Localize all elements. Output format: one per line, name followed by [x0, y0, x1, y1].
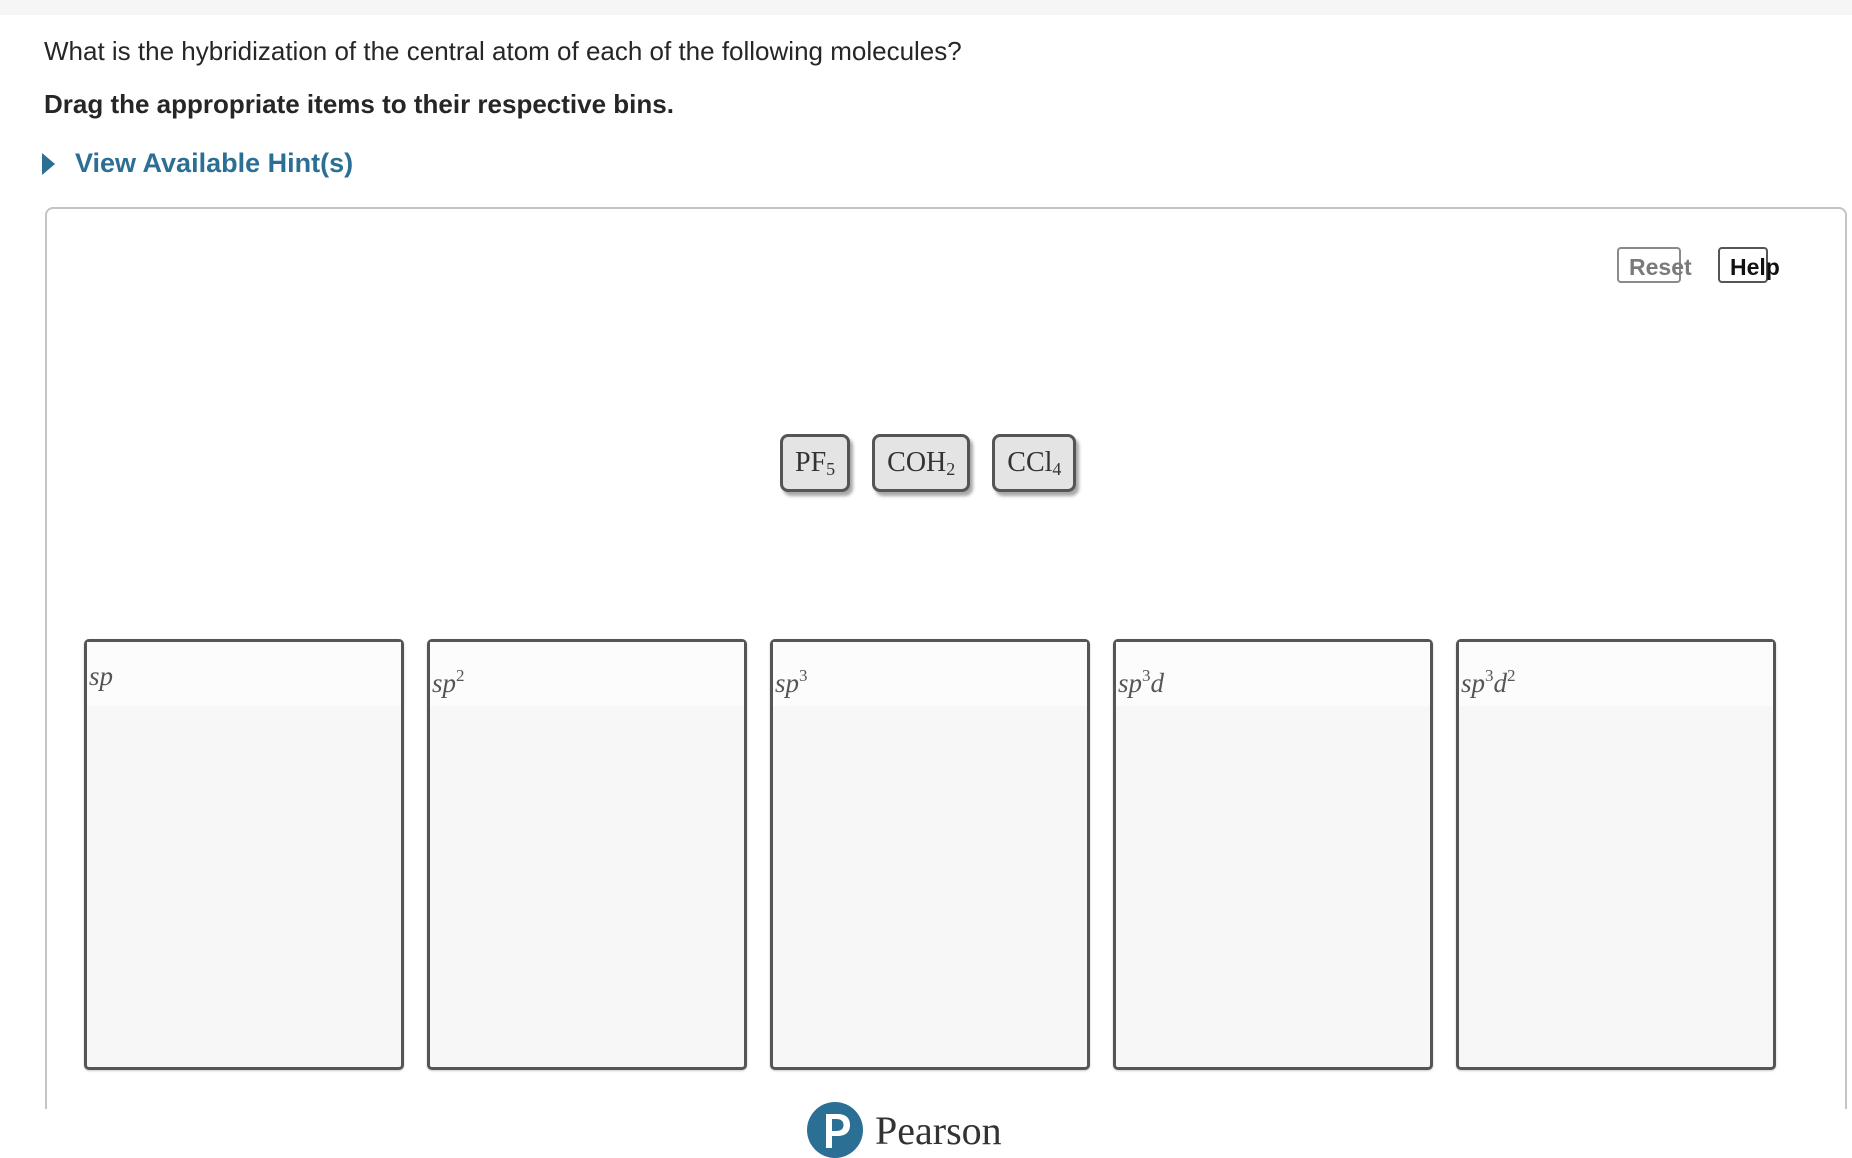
view-hints-toggle[interactable]: View Available Hint(s): [42, 148, 353, 179]
bin-label-base: sp: [432, 668, 457, 698]
bin-sp3d[interactable]: sp3d: [1113, 639, 1433, 1070]
footer-brand: Pearson: [807, 1102, 1002, 1158]
bin-label-sup: 2: [456, 666, 465, 685]
view-hints-label: View Available Hint(s): [75, 148, 354, 178]
pearson-wordmark: Pearson: [875, 1107, 1002, 1153]
pearson-p-logo: [807, 1102, 863, 1158]
bin-label-d: d: [1150, 668, 1165, 698]
bin-sp3d2[interactable]: sp3d2: [1456, 639, 1776, 1070]
bin-sp3[interactable]: sp3: [770, 639, 1090, 1070]
bin-label-sup: 3: [1142, 666, 1151, 685]
bins-row: sp sp2 sp3 sp3d sp3d2: [84, 639, 1776, 1070]
bin-label-base: sp: [1118, 668, 1143, 698]
item-formula: COH: [887, 447, 947, 478]
bin-label-base: sp: [1461, 668, 1486, 698]
item-subscript: 5: [826, 459, 836, 479]
bin-label-base: sp: [89, 661, 114, 691]
instruction-text: Drag the appropriate items to their resp…: [44, 89, 674, 119]
item-subscript: 2: [946, 459, 956, 479]
bin-sp[interactable]: sp: [84, 639, 404, 1070]
item-tray: PF5 COH2 CCl4: [780, 434, 1077, 492]
drag-item-coh2[interactable]: COH2: [872, 434, 971, 492]
bin-label-sup: 3: [799, 666, 808, 685]
bin-label-d: d: [1493, 668, 1508, 698]
bin-label-sup: 3: [1485, 666, 1494, 685]
item-formula: CCl: [1007, 447, 1053, 478]
item-formula: PF: [795, 447, 827, 478]
bin-label: sp3d2: [1459, 642, 1773, 706]
bin-label-base: sp: [775, 668, 800, 698]
p-glyph-icon: [826, 1114, 850, 1148]
bin-label-dsup: 2: [1507, 666, 1516, 685]
top-strip: [0, 0, 1852, 15]
question-text: What is the hybridization of the central…: [44, 36, 962, 66]
caret-right-icon: [42, 152, 55, 175]
bin-sp2[interactable]: sp2: [427, 639, 747, 1070]
drag-item-ccl4[interactable]: CCl4: [992, 434, 1077, 492]
item-subscript: 4: [1052, 459, 1062, 479]
bin-label: sp2: [430, 642, 744, 706]
bin-label: sp: [87, 642, 401, 706]
drag-item-pf5[interactable]: PF5: [780, 434, 851, 492]
bin-label: sp3: [773, 642, 1087, 706]
help-button[interactable]: Help: [1718, 247, 1780, 283]
drag-drop-workspace: Reset Help PF5 COH2 CCl4 sp sp2 sp3 sp3d…: [45, 207, 1847, 1109]
bin-label: sp3d: [1116, 642, 1430, 706]
reset-button[interactable]: Reset: [1617, 247, 1692, 283]
